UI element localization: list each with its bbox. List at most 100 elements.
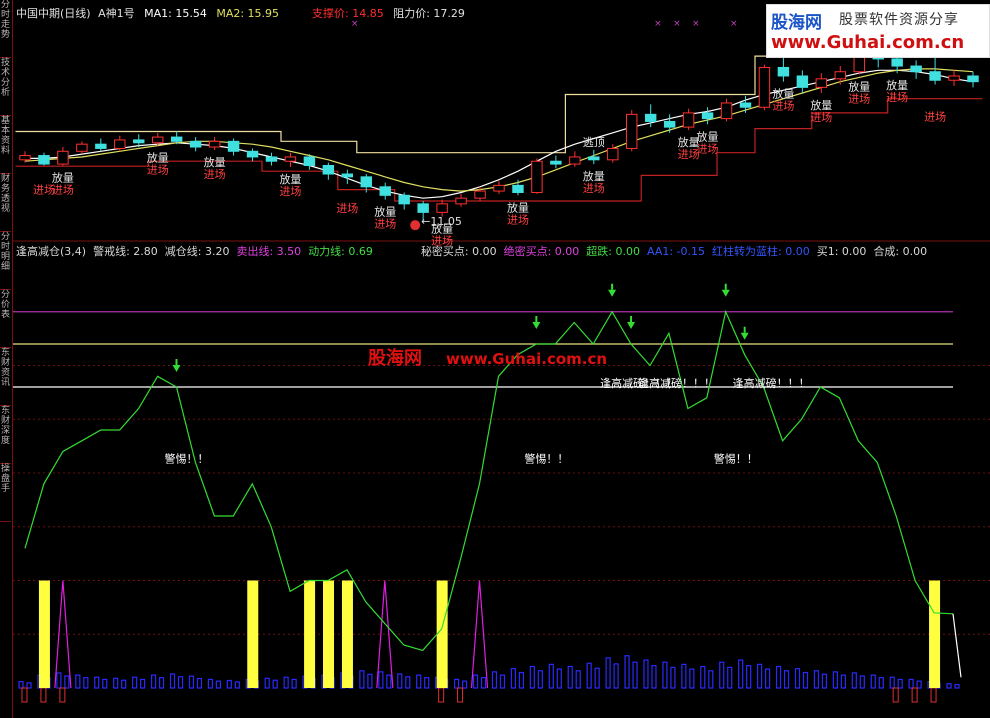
resist-label: 阻力价: 17.29 xyxy=(393,7,465,20)
top-header: 中国中期(日线) A神1号 MA1: 15.54 MA2: 15.95 xyxy=(16,5,279,21)
indicator-value-10: 买1: 0.00 xyxy=(816,245,867,258)
sidebar-tab-6[interactable]: 东财资讯 xyxy=(0,348,11,406)
candle-body xyxy=(834,71,846,80)
support-label: 支撑价: 14.85 xyxy=(312,7,384,20)
candle-body xyxy=(265,156,278,162)
candle-body xyxy=(948,75,960,81)
candle-body xyxy=(891,58,903,67)
candle-body xyxy=(720,102,733,120)
top-marker: × xyxy=(673,19,681,29)
indicator-value-1: 警戒线: 2.80 xyxy=(93,245,158,258)
signal-label: 放量 xyxy=(507,200,529,214)
candle-body xyxy=(474,190,486,199)
indicator-value-3: 卖出线: 3.50 xyxy=(236,245,302,258)
candle-body xyxy=(95,143,107,149)
signal-label: 进场 xyxy=(772,99,794,113)
signal-label: 进场 xyxy=(848,92,870,106)
sidebar-tab-2[interactable]: 基本资料 xyxy=(0,116,11,174)
candle-body xyxy=(701,112,714,120)
candle-body xyxy=(758,66,771,108)
signal-label: 进场 xyxy=(336,201,358,215)
candle-body xyxy=(777,66,790,77)
indicator-value-11: 合成: 0.00 xyxy=(873,245,928,258)
candle-body xyxy=(57,150,69,165)
signal-label: 放量 xyxy=(279,172,301,186)
signal-label: 放量 xyxy=(147,151,169,165)
candle-body xyxy=(550,160,562,165)
candle-body xyxy=(76,143,88,152)
candle-body xyxy=(417,203,429,213)
ma1-label: MA1: 15.54 xyxy=(144,7,207,20)
logo: 股海网 股票软件资源分享 www.Guhai.com.cn xyxy=(766,4,990,58)
candle-body xyxy=(626,113,638,149)
candle-body xyxy=(815,78,828,88)
signal-label: 放量 xyxy=(204,155,226,169)
stock-name: 中国中期(日线) xyxy=(16,7,91,20)
signal-label: 进场 xyxy=(886,90,908,104)
indicator-value-6: 绝密买点: 0.00 xyxy=(503,245,580,258)
candle-body xyxy=(531,160,543,193)
signal-label: 进场 xyxy=(507,212,529,226)
signal-label: 进场 xyxy=(583,181,605,195)
sidebar-tab-7[interactable]: 东财深度 xyxy=(0,406,11,464)
sidebar-tab-3[interactable]: 财务透视 xyxy=(0,174,11,232)
candle-body xyxy=(644,113,657,122)
yellow-bar xyxy=(304,580,316,688)
candle-body xyxy=(512,184,524,193)
sidebar-tab-8[interactable]: 操盘手 xyxy=(0,464,11,522)
candle-body xyxy=(246,150,259,158)
price-levels: 支撑价: 14.85 阻力价: 17.29 xyxy=(312,5,465,21)
signal-label: 进场 xyxy=(279,184,301,198)
sidebar-tab-5[interactable]: 分价表 xyxy=(0,290,11,348)
signal-label: 进场 xyxy=(924,110,946,124)
candle-body xyxy=(379,186,391,196)
ma2-label: MA2: 15.95 xyxy=(216,7,280,20)
candle-body xyxy=(133,139,145,144)
indicator-value-2: 减仓线: 3.20 xyxy=(164,245,230,258)
candle-body xyxy=(796,75,809,88)
logo-slogan: 股票软件资源分享 xyxy=(839,12,959,28)
candle-body xyxy=(114,139,126,149)
yellow-bar xyxy=(323,580,335,688)
indicator-value-7: 超跌: 0.00 xyxy=(586,245,640,258)
signal-label: 放量 xyxy=(886,78,908,92)
indicator-value-8: AA1: -0.15 xyxy=(647,245,706,258)
candle-body xyxy=(208,140,221,148)
signal-label: 进场 xyxy=(204,167,226,181)
signal-label: 放量 xyxy=(52,170,74,184)
warning-annotation: 警惕！！ xyxy=(524,451,568,465)
sidebar-tab-4[interactable]: 分时明细 xyxy=(0,232,11,290)
sidebar-tab-1[interactable]: 技术分析 xyxy=(0,58,11,116)
candle-body xyxy=(607,147,619,161)
warning-annotation: 警惕！！ xyxy=(165,451,209,465)
logo-name: 股海网 xyxy=(771,13,822,33)
candle-body xyxy=(303,156,316,166)
indicator-value-9: 红柱转为蓝柱: 0.00 xyxy=(712,245,810,258)
candle-body xyxy=(398,194,410,205)
signal-label: 放量 xyxy=(374,205,396,219)
top-marker: × xyxy=(730,19,738,29)
yellow-bar xyxy=(341,580,353,688)
logo-url: www.Guhai.com.cn xyxy=(771,32,965,53)
candle-body xyxy=(455,197,467,205)
indicator-value-4: 动力线: 0.69 xyxy=(308,245,373,258)
top-marker: × xyxy=(692,19,700,29)
warning-annotation: 逢高减磅！！！ xyxy=(638,376,715,390)
candle-body xyxy=(152,136,164,144)
candle-body xyxy=(929,71,941,81)
candle-body xyxy=(739,102,752,108)
indicator-value-0: 逢高减仓(3,4) xyxy=(16,245,87,258)
low-marker xyxy=(410,220,421,231)
indicator-value-5: 秘密买点: 0.00 xyxy=(420,245,497,258)
signal-label: 放量 xyxy=(810,98,832,112)
candle-body xyxy=(663,120,676,128)
signal-label: 进场 xyxy=(697,141,719,155)
top-marker: × xyxy=(654,19,662,29)
candle-body xyxy=(284,156,297,162)
candle-body xyxy=(341,173,354,178)
warning-annotation: 警惕！！ xyxy=(714,451,758,465)
watermark-url: www.Guhai.com.cn xyxy=(446,350,608,368)
yellow-bar xyxy=(247,580,259,688)
candle-body xyxy=(493,184,505,192)
sidebar-tab-0[interactable]: 分时走势 xyxy=(0,0,11,58)
